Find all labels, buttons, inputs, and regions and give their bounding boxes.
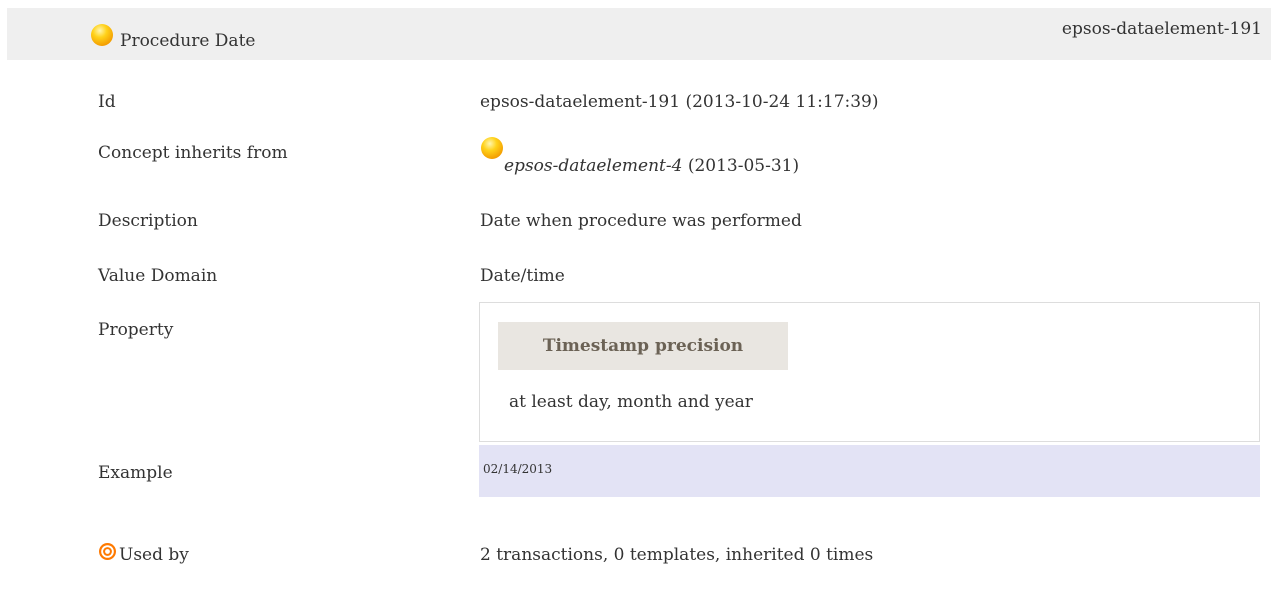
used-by-value: 2 transactions, 0 templates, inherited 0…	[480, 545, 874, 565]
id-value: epsos-dataelement-191 (2013-10-24 11:17:…	[480, 92, 879, 112]
property-heading: Timestamp precision	[498, 322, 788, 370]
property-box: Timestamp precision at least day, month …	[479, 302, 1260, 442]
inherits-date: (2013-05-31)	[682, 156, 800, 176]
value-domain-value: Date/time	[480, 266, 565, 286]
example-label: Example	[98, 463, 173, 483]
property-label: Property	[98, 320, 174, 340]
description-label: Description	[98, 211, 198, 231]
concept-id: epsos-dataelement-191	[1061, 19, 1262, 39]
inherits-label: Concept inherits from	[98, 143, 288, 163]
property-value: at least day, month and year	[509, 392, 753, 412]
description-value: Date when procedure was performed	[480, 211, 802, 231]
target-icon	[98, 542, 117, 566]
yellow-ball-icon	[480, 136, 504, 165]
example-value: 02/14/2013	[483, 462, 553, 476]
inherits-link[interactable]: epsos-dataelement-4	[504, 156, 682, 176]
inherits-value: epsos-dataelement-4 (2013-05-31)	[480, 137, 799, 176]
concept-header: Procedure Date epsos-dataelement-191	[7, 8, 1271, 60]
id-label: Id	[98, 92, 116, 112]
example-box: 02/14/2013	[479, 445, 1260, 497]
yellow-ball-icon	[90, 23, 114, 52]
value-domain-label: Value Domain	[98, 266, 218, 286]
used-by-label: Used by	[119, 545, 189, 565]
concept-title: Procedure Date	[120, 31, 256, 51]
